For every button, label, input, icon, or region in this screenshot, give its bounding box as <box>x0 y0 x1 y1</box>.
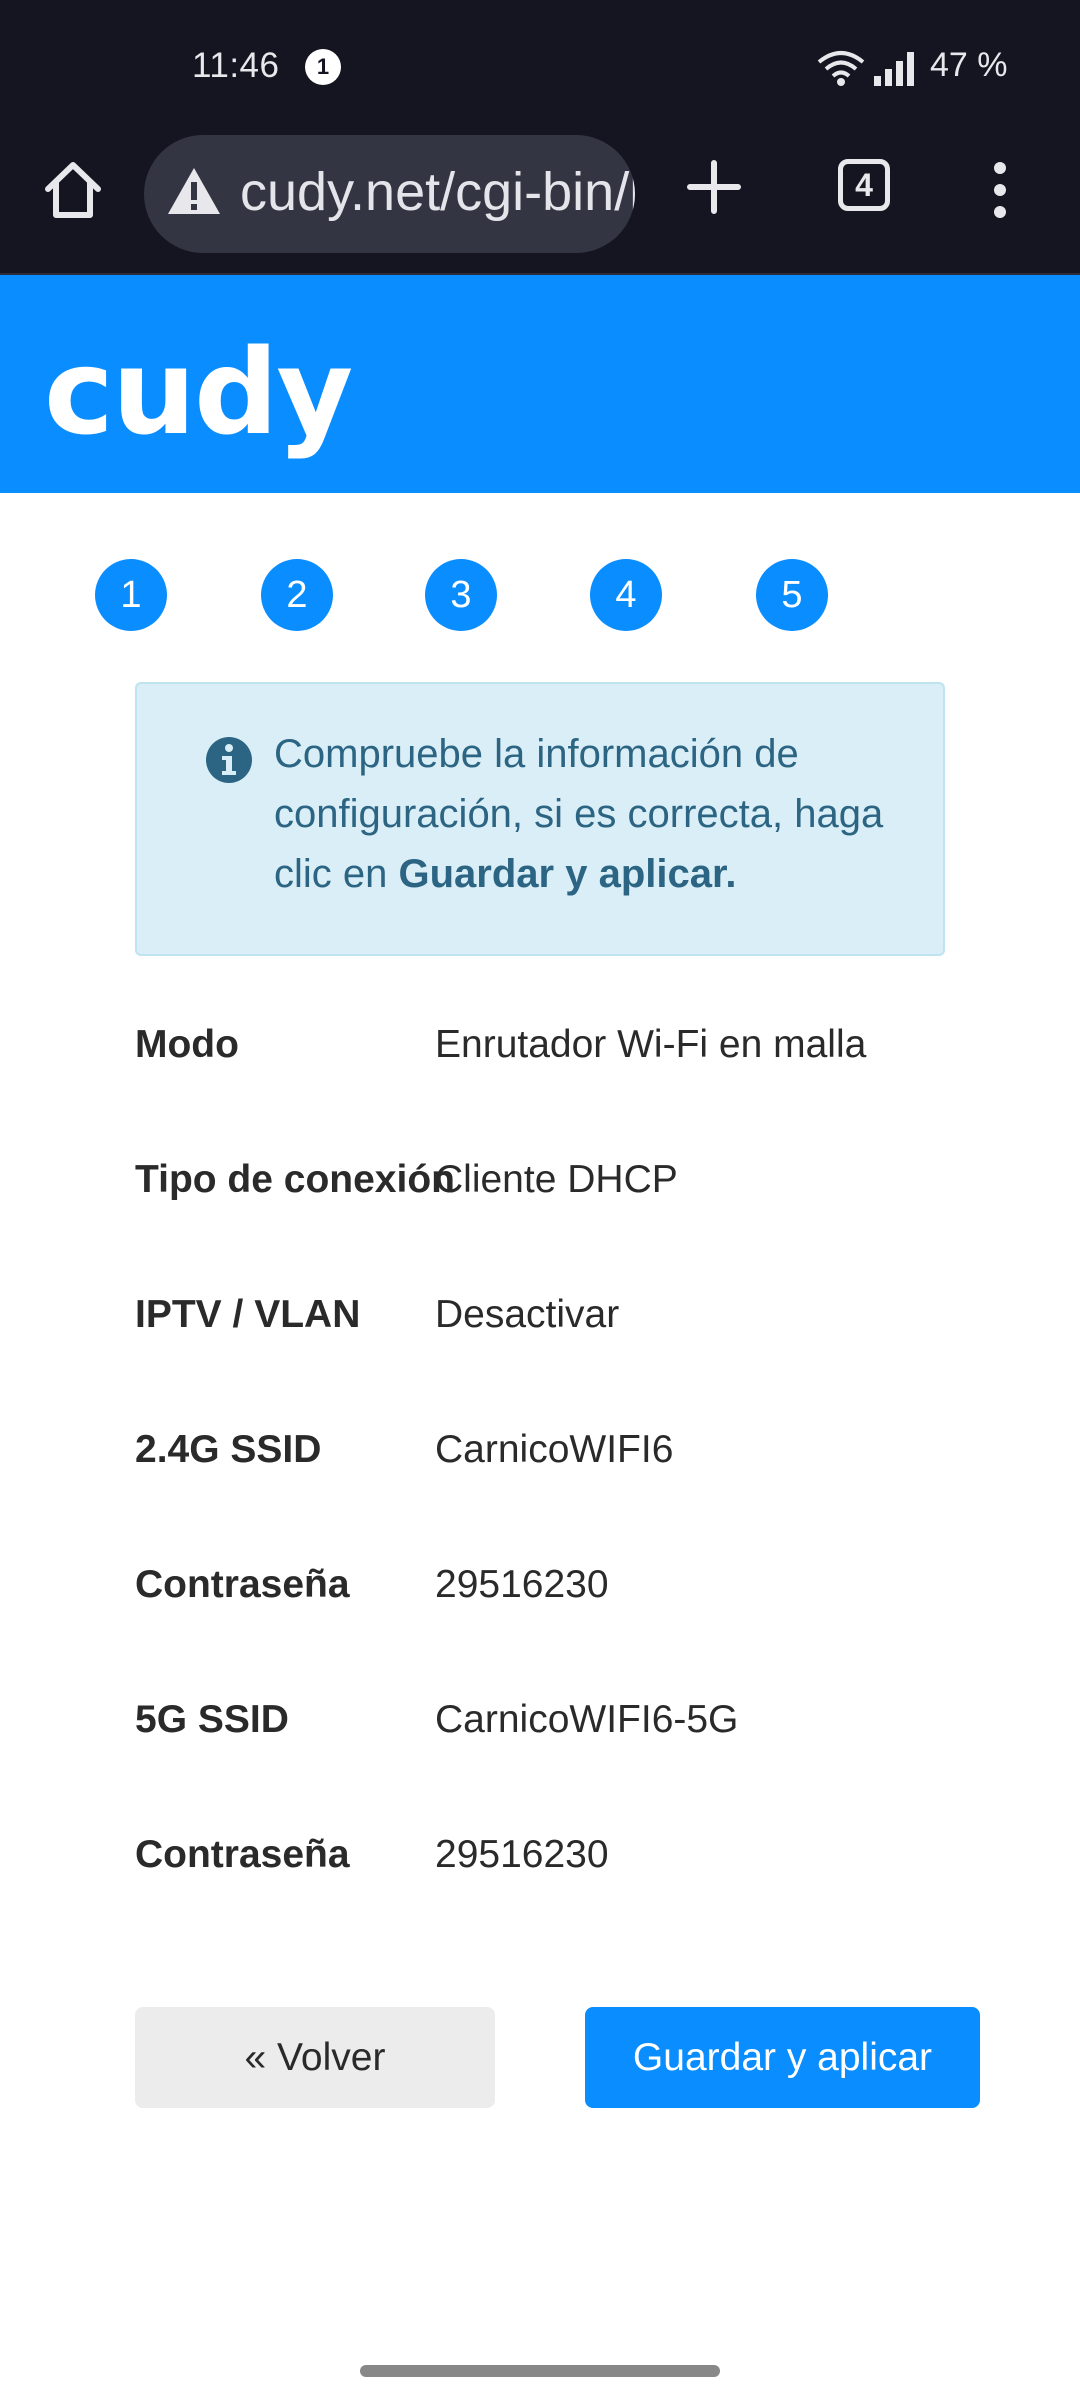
home-icon[interactable] <box>38 155 108 225</box>
step-2: 2 <box>261 559 333 631</box>
warning-icon[interactable] <box>166 165 222 217</box>
step-3: 3 <box>425 559 497 631</box>
url-text[interactable]: cudy.net/cgi-bin/luci/admin/setup <box>240 161 635 223</box>
info-message: Compruebe la información de configuració… <box>274 724 914 904</box>
site-header: cudy <box>0 275 1080 493</box>
row-value-mode: Enrutador Wi-Fi en malla <box>435 1023 867 1066</box>
cudy-logo: cudy <box>44 323 353 461</box>
row-value-iptv-vlan: Desactivar <box>435 1293 620 1336</box>
step-5: 5 <box>756 559 828 631</box>
row-label-mode: Modo <box>135 1023 239 1066</box>
more-menu-icon[interactable] <box>985 155 1015 225</box>
save-apply-button[interactable]: Guardar y aplicar <box>585 2007 980 2108</box>
gesture-navigation-bar[interactable] <box>360 2365 720 2377</box>
row-label-ssid-5g: 5G SSID <box>135 1698 289 1741</box>
row-label-iptv-vlan: IPTV / VLAN <box>135 1293 361 1336</box>
row-value-connection-type: Cliente DHCP <box>435 1158 678 1201</box>
signal-icon <box>874 52 914 86</box>
info-message-emphasis: Guardar y aplicar. <box>398 852 737 896</box>
status-time: 11:46 <box>192 46 280 85</box>
address-bar[interactable]: cudy.net/cgi-bin/luci/admin/setup <box>144 135 635 253</box>
status-bar: 11:46 1 47 % <box>0 0 1080 135</box>
row-label-password-5g: Contraseña <box>135 1833 350 1876</box>
row-value-password-24g: 29516230 <box>435 1563 609 1606</box>
info-icon <box>206 737 252 783</box>
row-label-connection-type: Tipo de conexión <box>135 1158 455 1201</box>
row-label-password-24g: Contraseña <box>135 1563 350 1606</box>
step-1: 1 <box>95 559 167 631</box>
battery-level: 47 % <box>930 46 1008 84</box>
row-value-ssid-5g: CarnicoWIFI6-5G <box>435 1698 739 1741</box>
step-4: 4 <box>590 559 662 631</box>
back-button[interactable]: « Volver <box>135 2007 495 2108</box>
new-tab-icon[interactable] <box>684 157 744 217</box>
browser-toolbar: cudy.net/cgi-bin/luci/admin/setup 4 <box>0 135 1080 275</box>
row-label-ssid-24g: 2.4G SSID <box>135 1428 322 1471</box>
row-value-password-5g: 29516230 <box>435 1833 609 1876</box>
wifi-icon <box>817 51 865 86</box>
row-value-ssid-24g: CarnicoWIFI6 <box>435 1428 674 1471</box>
info-alert: Compruebe la información de configuració… <box>135 682 945 956</box>
tab-switcher-button[interactable]: 4 <box>838 159 890 211</box>
notification-badge: 1 <box>305 49 341 85</box>
